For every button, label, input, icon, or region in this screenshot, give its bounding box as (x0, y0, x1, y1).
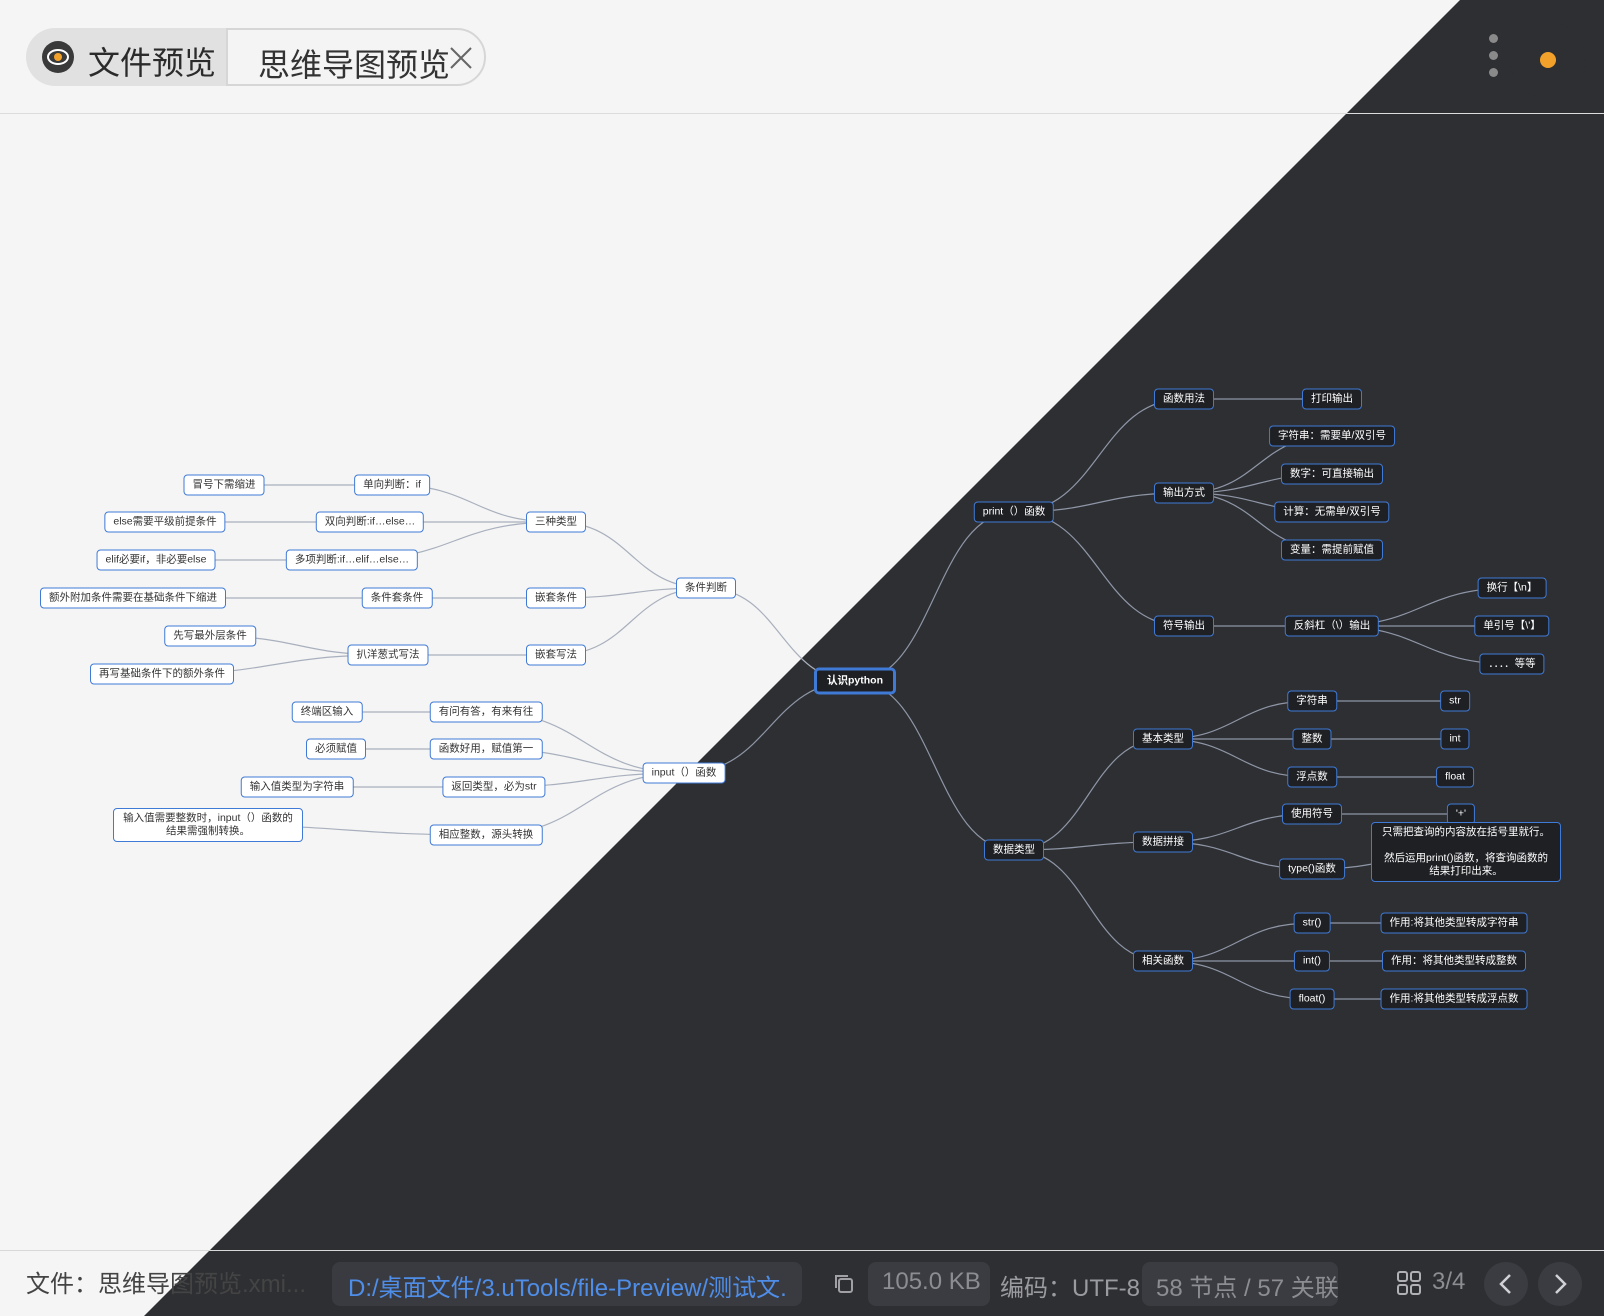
mindmap-node[interactable]: 双向判断:if…else… (315, 511, 425, 533)
mindmap-node[interactable]: float (1436, 766, 1474, 788)
footer-divider (0, 1250, 1604, 1251)
mindmap-node[interactable]: int (1440, 728, 1470, 750)
mindmap-node[interactable]: 扒洋葱式写法 (347, 644, 429, 666)
file-path-link[interactable]: D:/桌面文件/3.uTools/file-Preview/测试文... (348, 1268, 788, 1303)
node-stats: 58 节点 / 57 关联 (1156, 1275, 1339, 1302)
mindmap-node[interactable]: 条件套条件 (361, 587, 433, 609)
mindmap-canvas[interactable]: 认识python print（）函数 数据类型 条件判断 input（）函数 函数用法 打印… (0, 0, 1604, 1316)
mindmap-node[interactable]: 函数用法 (1154, 388, 1214, 410)
mindmap-node[interactable]: float() (1289, 988, 1335, 1010)
mindmap-node[interactable]: 相关函数 (1133, 950, 1193, 972)
mindmap-node[interactable]: type()函数 (1279, 858, 1345, 880)
mindmap-node[interactable]: elif必要if，非必要else (96, 549, 216, 571)
mindmap-node[interactable]: 换行【\n】 (1477, 577, 1547, 599)
mindmap-node[interactable]: 浮点数 (1287, 766, 1337, 788)
prev-page-button[interactable] (1484, 1262, 1528, 1306)
title-bar: 文件预览 思维导图预览 (0, 0, 1604, 114)
mindmap-node[interactable]: 打印输出 (1302, 388, 1362, 410)
tab-file-preview-label: 文件预览 (88, 45, 217, 81)
mindmap-node[interactable]: 冒号下需缩进 (183, 474, 265, 496)
mindmap-node[interactable]: 数字：可直接输出 (1281, 463, 1383, 485)
sun-icon (1540, 52, 1556, 68)
mindmap-node[interactable]: 数据拼接 (1133, 831, 1193, 853)
encoding-label: 编码：UTF-8 (1000, 1275, 1140, 1302)
mindmap-node[interactable]: 条件判断 (676, 577, 736, 599)
mindmap-node[interactable]: str (1440, 690, 1470, 712)
file-name-label: 文件：思维导图预览.xmi... (26, 1271, 306, 1298)
mindmap-node[interactable]: ．．．．等等 (1479, 653, 1545, 675)
mindmap-node[interactable]: 整数 (1292, 728, 1332, 750)
page-indicator: 3/4 (1432, 1268, 1466, 1295)
mindmap-node[interactable]: 多项判断:if…elif…else… (285, 549, 419, 571)
copy-icon[interactable] (832, 1272, 856, 1296)
mindmap-node[interactable]: 作用:将其他类型转成字符串 (1380, 912, 1528, 934)
mindmap-node[interactable]: 输入值类型为字符串 (240, 776, 354, 798)
mindmap-node[interactable]: 有问有答，有来有往 (429, 701, 543, 723)
mindmap-node[interactable]: 返回类型，必为str (442, 776, 546, 798)
close-icon[interactable] (446, 43, 476, 73)
mindmap-node[interactable]: 相应整数，源头转换 (429, 824, 543, 846)
chevron-right-icon (1555, 1274, 1567, 1294)
tab-mindmap-preview[interactable]: 思维导图预览 (226, 28, 486, 86)
more-vertical-icon[interactable] (1484, 34, 1502, 82)
mindmap-node[interactable]: 字符串：需要单/双引号 (1269, 425, 1395, 447)
mindmap-node[interactable]: 使用符号 (1282, 803, 1342, 825)
grid-icon[interactable] (1396, 1270, 1422, 1296)
mindmap-node[interactable]: 输出方式 (1154, 482, 1214, 504)
mindmap-node[interactable]: 再写基础条件下的额外条件 (90, 663, 234, 685)
mindmap-node[interactable]: 只需把查询的内容放在括号里就行。 然后运用print()函数，将查询函数的结果打… (1371, 822, 1561, 882)
tab-file-preview[interactable]: 文件预览 (26, 28, 236, 86)
mindmap-node[interactable]: 符号输出 (1154, 615, 1214, 637)
mindmap-node[interactable]: 函数好用，赋值第一 (429, 738, 543, 760)
mindmap-node[interactable]: 三种类型 (526, 511, 586, 533)
mindmap-node[interactable]: 作用:将其他类型转成浮点数 (1380, 988, 1528, 1010)
mindmap-node[interactable]: 额外附加条件需要在基础条件下缩进 (40, 587, 226, 609)
mindmap-node[interactable]: print（）函数 (973, 501, 1055, 523)
mindmap-root-node[interactable]: 认识python (814, 667, 896, 695)
theme-toggle-button[interactable] (1510, 22, 1586, 98)
mindmap-node[interactable]: 单向判断：if (354, 474, 430, 496)
mindmap-node[interactable]: else需要平级前提条件 (104, 511, 226, 533)
eye-icon (42, 41, 74, 73)
chevron-left-icon (1499, 1274, 1511, 1294)
mindmap-node[interactable]: 计算：无需单/双引号 (1274, 501, 1390, 523)
mindmap-node[interactable]: 字符串 (1287, 690, 1337, 712)
mindmap-node[interactable]: 数据类型 (984, 839, 1044, 861)
header-divider (0, 113, 1604, 114)
mindmap-node[interactable]: 作用：将其他类型转成整数 (1382, 950, 1526, 972)
tab-mindmap-preview-label: 思维导图预览 (258, 47, 451, 83)
mindmap-node[interactable]: 先写最外层条件 (164, 625, 256, 647)
app-window: 认识python print（）函数 数据类型 条件判断 input（）函数 函数用法 打印… (0, 0, 1604, 1316)
mindmap-node[interactable]: 输入值需要整数时，input（）函数的结果需强制转换。 (113, 808, 303, 842)
mindmap-node[interactable]: 嵌套条件 (526, 587, 586, 609)
mindmap-node[interactable]: 变量：需提前赋值 (1281, 539, 1383, 561)
mindmap-node[interactable]: 单引号【\'】 (1474, 615, 1550, 637)
mindmap-node[interactable]: int() (1293, 950, 1331, 972)
next-page-button[interactable] (1538, 1262, 1582, 1306)
mindmap-node[interactable]: 嵌套写法 (526, 644, 586, 666)
file-size: 105.0 KB (882, 1268, 981, 1295)
mindmap-node[interactable]: 基本类型 (1133, 728, 1193, 750)
mindmap-node[interactable]: input（）函数 (642, 762, 726, 784)
mindmap-node[interactable]: 反斜杠（\）输出 (1284, 615, 1380, 637)
mindmap-node[interactable]: 终端区输入 (291, 701, 363, 723)
mindmap-node[interactable]: 必须赋值 (306, 738, 366, 760)
mindmap-node[interactable]: str() (1293, 912, 1331, 934)
